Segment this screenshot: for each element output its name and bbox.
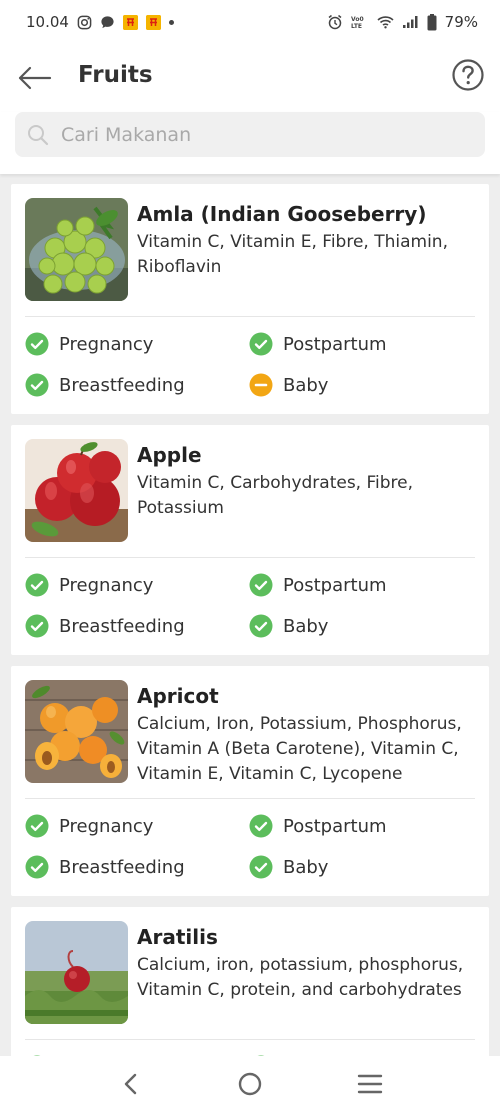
fruit-card[interactable]: Aratilis Calcium, iron, potassium, phosph… [11, 907, 489, 1056]
question-circle-icon [452, 59, 484, 91]
status-time: 10.04 [26, 13, 69, 31]
status-item-pregnancy: Pregnancy [25, 332, 153, 356]
status-label: Breastfeeding [59, 856, 185, 878]
battery-icon [427, 13, 437, 31]
status-label: Baby [283, 374, 329, 396]
page-title: Fruits [78, 62, 153, 88]
status-item-breastfeeding: Breastfeeding [25, 855, 185, 879]
fruit-name: Apple [137, 443, 202, 467]
app-badge-icon [145, 14, 161, 30]
status-item-breastfeeding: Breastfeeding [25, 373, 185, 397]
search-bar-container [0, 112, 500, 174]
help-button[interactable] [451, 58, 485, 92]
fruit-image [25, 198, 128, 301]
alarm-icon [327, 14, 343, 30]
status-item-baby: Baby [249, 373, 328, 397]
fruit-list[interactable]: Amla (Indian Gooseberry) Vitamin C, Vitam… [11, 184, 489, 1056]
status-item-breastfeeding: Breastfeeding [25, 614, 185, 638]
status-item-postpartum: Postpartum [249, 332, 387, 356]
check-circle-icon [249, 855, 273, 879]
check-circle-icon [25, 614, 49, 638]
back-button[interactable] [16, 60, 54, 96]
nav-recents-button[interactable] [350, 1064, 390, 1104]
status-item-baby: Baby [249, 614, 328, 638]
fruit-name: Aratilis [137, 925, 218, 949]
fruit-nutrients: Vitamin C, Carbohydrates, Fibre, Potassi… [137, 473, 414, 518]
arrow-left-icon [18, 66, 52, 90]
system-nav-bar [0, 1056, 500, 1111]
status-label: Breastfeeding [59, 374, 185, 396]
check-circle-icon [249, 573, 273, 597]
check-circle-icon [25, 373, 49, 397]
nav-home-button[interactable] [230, 1064, 270, 1104]
status-item-pregnancy: Pregnancy [25, 573, 153, 597]
status-item-baby: Baby [249, 855, 328, 879]
status-item-postpartum: Postpartum [249, 573, 387, 597]
fruit-name: Amla (Indian Gooseberry) [137, 202, 427, 226]
fruit-nutrients: Vitamin C, Vitamin E, Fibre, Thiamin, Ri… [137, 232, 448, 277]
status-label: Pregnancy [59, 574, 154, 596]
volte-icon: Vo0 LTE [351, 15, 369, 29]
status-label: Pregnancy [59, 815, 154, 837]
search-icon [25, 122, 51, 148]
status-item-postpartum: Postpartum [249, 814, 387, 838]
fruit-nutrients: Calcium, iron, potassium, phosphorus, Vi… [137, 955, 464, 1000]
check-circle-icon [249, 332, 273, 356]
check-circle-icon [25, 814, 49, 838]
status-label: Breastfeeding [59, 615, 185, 637]
fruit-image [25, 921, 128, 1024]
check-circle-icon [25, 855, 49, 879]
signal-icon [402, 15, 419, 29]
status-label: Baby [283, 615, 329, 637]
nav-back-icon [124, 1073, 137, 1094]
status-item-pregnancy: Pregnancy [25, 814, 153, 838]
check-circle-icon [249, 614, 273, 638]
search-box[interactable] [15, 112, 485, 157]
fruit-card[interactable]: Apricot Calcium, Iron, Potassium, Phospho… [11, 666, 489, 896]
status-bar: 10.04 Vo0 LTE 79% [0, 0, 500, 44]
status-label: Baby [283, 856, 329, 878]
nav-recents-icon [357, 1074, 383, 1093]
status-label: Pregnancy [59, 333, 154, 355]
battery-level: 79% [444, 13, 478, 31]
status-label: Postpartum [283, 333, 387, 355]
app-bar: Fruits [0, 44, 500, 112]
divider [25, 798, 475, 799]
divider [25, 1039, 475, 1040]
app-badge-icon [122, 14, 138, 30]
nav-home-icon [238, 1072, 262, 1095]
fruit-name: Apricot [137, 684, 219, 708]
check-circle-icon [25, 332, 49, 356]
fruit-image [25, 439, 128, 542]
check-circle-icon [249, 814, 273, 838]
fruit-card[interactable]: Apple Vitamin C, Carbohydrates, Fibre, Po… [11, 425, 489, 655]
check-circle-icon [25, 573, 49, 597]
fruit-nutrients: Calcium, Iron, Potassium, Phosphorus, Vi… [137, 714, 462, 784]
status-label: Postpartum [283, 815, 387, 837]
status-bar-left: 10.04 [26, 13, 174, 31]
nav-back-button[interactable] [110, 1064, 150, 1104]
fruit-card[interactable]: Amla (Indian Gooseberry) Vitamin C, Vitam… [11, 184, 489, 414]
svg-text:Vo0: Vo0 [351, 16, 364, 23]
search-input[interactable] [61, 123, 461, 146]
divider [25, 316, 475, 317]
chat-icon [100, 15, 115, 30]
status-label: Postpartum [283, 574, 387, 596]
status-bar-right: Vo0 LTE 79% [327, 13, 478, 31]
divider [25, 557, 475, 558]
fruit-image [25, 680, 128, 783]
svg-text:LTE: LTE [351, 23, 362, 29]
instagram-icon [77, 15, 92, 30]
minus-circle-icon [249, 373, 273, 397]
dot-icon [168, 19, 174, 25]
wifi-icon [377, 15, 394, 29]
